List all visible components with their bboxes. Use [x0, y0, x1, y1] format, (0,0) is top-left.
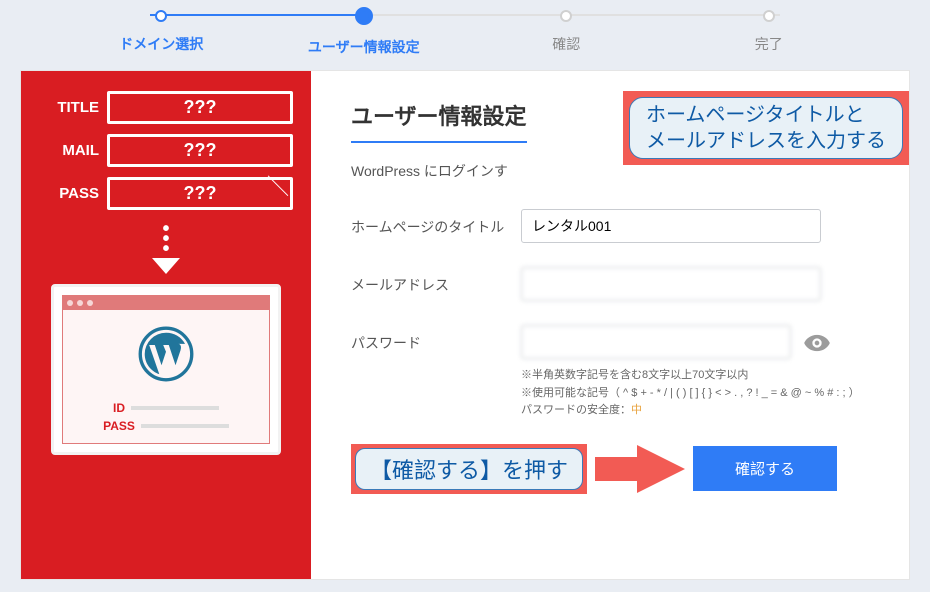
- step-label-4: 完了: [668, 34, 871, 54]
- progress-step-4: 完了: [668, 8, 871, 54]
- illu-label-mail: MAIL: [39, 142, 99, 159]
- label-title: ホームページのタイトル: [351, 209, 521, 237]
- step-label-1: ドメイン選択: [60, 34, 263, 54]
- illu-id-label: ID: [113, 401, 125, 415]
- form-panel: ユーザー情報設定 ホームページタイトルと メールアドレスを入力する WordPr…: [311, 71, 909, 579]
- step-label-2: ユーザー情報設定: [263, 37, 466, 57]
- illu-row-title: TITLE ???: [39, 91, 293, 124]
- row-password: パスワード ※半角英数字記号を含む8文字以上70文字以内 ※使用可能な記号（ ^…: [351, 325, 869, 420]
- illu-label-title: TITLE: [39, 99, 99, 116]
- label-email: メールアドレス: [351, 267, 521, 295]
- progress-step-3: 確認: [465, 8, 668, 54]
- label-password: パスワード: [351, 325, 521, 353]
- annotation-top-line1: ホームページタイトルと: [646, 102, 886, 128]
- step-dot-current: [355, 7, 373, 25]
- illu-box-mail: ???: [107, 134, 293, 167]
- password-hints: ※半角英数字記号を含む8文字以上70文字以内 ※使用可能な記号（ ^ $ + -…: [521, 367, 869, 420]
- progress-bar: ドメイン選択 ユーザー情報設定 確認 完了: [0, 0, 930, 60]
- section-heading: ユーザー情報設定: [351, 99, 527, 143]
- hint-line2: ※使用可能な記号（ ^ $ + - * / | ( ) [ ] { } < > …: [521, 385, 869, 403]
- arrow-down-icon: •••: [152, 224, 180, 274]
- input-email[interactable]: [521, 267, 821, 301]
- step-dot-done: [155, 10, 167, 22]
- step-label-3: 確認: [465, 34, 668, 54]
- strength-label: パスワードの安全度：: [521, 404, 631, 416]
- illu-pass-label: PASS: [103, 419, 135, 433]
- illu-box-pass: ???: [107, 177, 293, 210]
- row-email: メールアドレス: [351, 267, 869, 301]
- annotation-top: ホームページタイトルと メールアドレスを入力する: [623, 91, 909, 165]
- illu-row-pass: PASS ???: [39, 177, 293, 210]
- illu-label-pass: PASS: [39, 185, 99, 202]
- progress-step-1: ドメイン選択: [60, 8, 263, 54]
- illu-row-mail: MAIL ???: [39, 134, 293, 167]
- input-password[interactable]: [521, 325, 791, 359]
- device-illustration: ID PASS: [51, 284, 281, 455]
- illu-box-title: ???: [107, 91, 293, 124]
- progress-step-2: ユーザー情報設定: [263, 8, 466, 57]
- main-card: ＼ TITLE ??? MAIL ??? PASS ??? •••: [20, 70, 910, 580]
- strength-value: 中: [631, 404, 642, 416]
- step-dot-upcoming: [560, 10, 572, 22]
- row-title: ホームページのタイトル: [351, 209, 869, 243]
- wordpress-logo-icon: [138, 326, 194, 382]
- annotation-top-line2: メールアドレスを入力する: [646, 128, 886, 154]
- input-title[interactable]: [521, 209, 821, 243]
- step-dot-upcoming: [763, 10, 775, 22]
- eye-icon[interactable]: [803, 329, 831, 357]
- browser-illustration: ID PASS: [62, 295, 270, 444]
- arrow-right-icon: [637, 445, 685, 493]
- illustration-panel: ＼ TITLE ??? MAIL ??? PASS ??? •••: [21, 71, 311, 579]
- confirm-button[interactable]: 確認する: [693, 446, 837, 491]
- hint-line1: ※半角英数字記号を含む8文字以上70文字以内: [521, 367, 869, 385]
- sparkle-icon: ＼: [267, 169, 289, 201]
- annotation-bottom-text: 【確認する】を押す: [355, 448, 583, 490]
- annotation-bottom: 【確認する】を押す: [351, 444, 587, 494]
